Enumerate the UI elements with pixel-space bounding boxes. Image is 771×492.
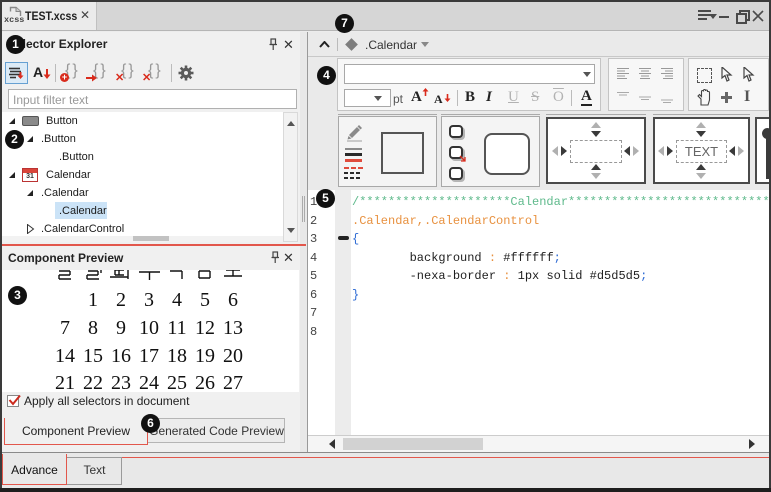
svg-text:xcss: xcss (4, 15, 24, 24)
